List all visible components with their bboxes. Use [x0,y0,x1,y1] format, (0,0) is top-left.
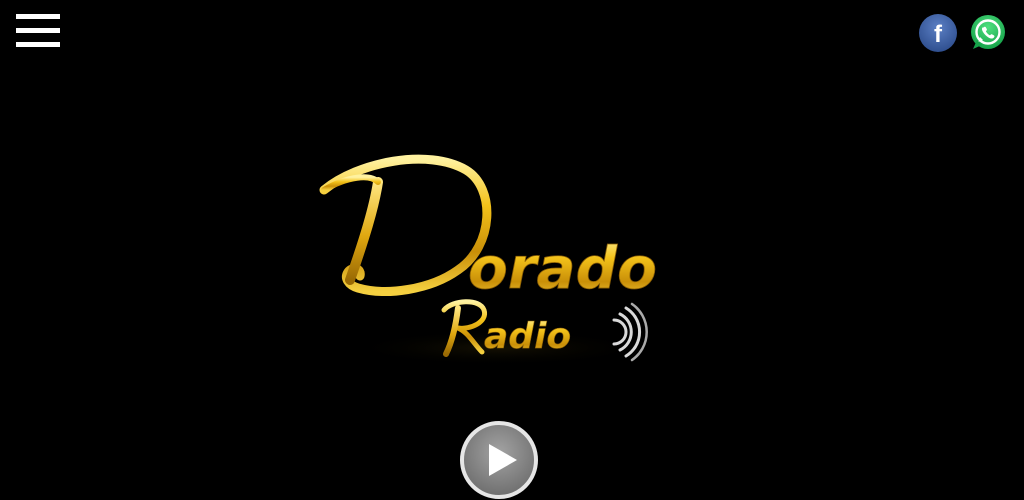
menu-button[interactable] [16,14,60,48]
menu-bar [16,42,60,47]
logo-letter-d [319,154,492,296]
play-icon [460,421,538,499]
dorado-radio-logo: orado adio [318,148,678,368]
play-button[interactable] [459,420,539,500]
whatsapp-button[interactable] [968,13,1008,53]
menu-bar [16,28,60,33]
facebook-icon: f [919,14,957,52]
facebook-button[interactable]: f [918,13,958,53]
logo-word-adio: adio [484,316,571,357]
whatsapp-icon [971,15,1005,49]
logo-word-orado: orado [468,234,657,302]
logo-graphic: orado adio [319,154,657,366]
facebook-glyph: f [934,21,943,48]
menu-bar [16,14,60,19]
